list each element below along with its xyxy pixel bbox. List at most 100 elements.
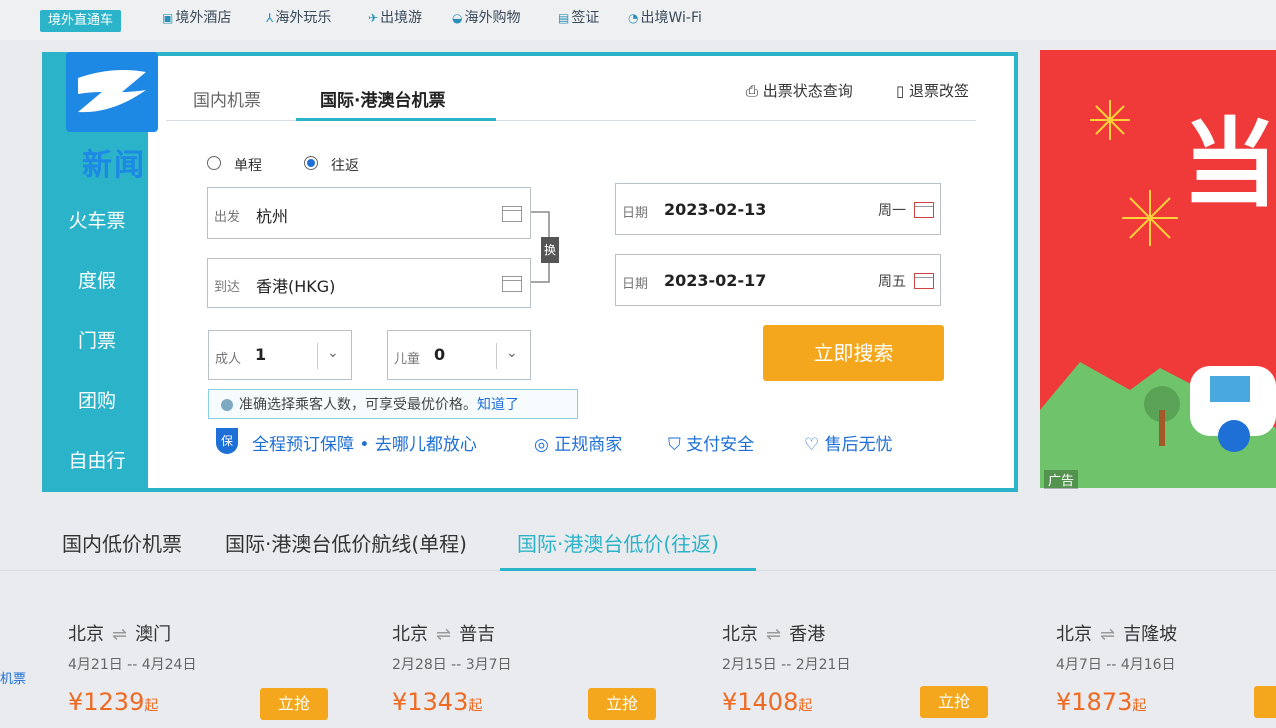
sidebar-item-train[interactable]: 火车票 [46,206,148,233]
grab-button-partial[interactable] [1254,686,1276,718]
adults-select[interactable]: 成人 1 ⌄ [208,330,352,380]
calendar-icon[interactable] [914,202,934,218]
children-label: 儿童 [394,352,421,367]
tab-indicator [296,118,496,121]
edge-link[interactable]: 机票 [0,668,26,687]
children-select[interactable]: 儿童 0 ⌄ [387,330,531,380]
heart-hand-icon: ♡ [804,435,820,455]
guarantee-aftersales[interactable]: ♡ 售后无忧 [804,430,893,455]
document-icon: ▯ [896,82,905,100]
nav-item-wifi[interactable]: ◔ 出境Wi-Fi [628,8,702,28]
chevron-down-icon[interactable]: ⌄ [506,345,518,361]
sidebar-item-tickets[interactable]: 门票 [46,326,148,353]
roundtrip-radio[interactable] [304,156,318,170]
deal-card[interactable]: 北京 ⇌ 普吉 2月28日 -- 3月7日 ¥1343起 立抢 [392,620,692,728]
sidebar-item-group[interactable]: 团购 [46,386,148,413]
nav-item-direct-bus[interactable]: 境外直通车 [40,10,122,32]
guarantee-merchant-label: 正规商家 [554,435,623,455]
tab-intl-roundtrip-deals[interactable]: 国际·港澳台低价(往返) [517,528,719,557]
search-button[interactable]: 立即搜索 [763,325,944,381]
depart-date-field[interactable]: 日期 2023-02-13 周一 [615,183,941,235]
roundtrip-label: 往返 [331,158,359,174]
from-field[interactable]: 出发 杭州 [207,187,531,239]
passenger-hint: 准确选择乘客人数，可享受最优价格。知道了 [208,389,578,419]
deal-from: 北京 [722,624,758,645]
sidebar-item-free-travel[interactable]: 自由行 [46,446,148,473]
deal-from: 北京 [1056,624,1092,645]
refund-link[interactable]: ▯ 退票改签 [896,80,969,101]
grab-button[interactable]: 立抢 [920,686,988,718]
tab-domestic-deals[interactable]: 国内低价机票 [62,528,182,557]
from-value: 杭州 [256,207,289,226]
news-logo-text: 新闻 [82,148,146,183]
deal-dates: 4月21日 -- 4月24日 [68,657,197,673]
nav-item-hotel[interactable]: ▣ 境外酒店 [162,8,231,28]
guarantee-merchant[interactable]: ◎ 正规商家 [534,430,622,455]
swap-button[interactable]: 换 [541,237,559,263]
city-picker-icon[interactable] [502,206,522,222]
deal-dates: 4月7日 -- 4月16日 [1056,657,1176,673]
grab-button[interactable]: 立抢 [588,688,656,720]
tab-international[interactable]: 国际·港澳台机票 [320,86,445,111]
guarantee-main[interactable]: 全程预订保障 • 去哪儿都放心 [252,430,477,455]
tab-domestic[interactable]: 国内机票 [193,86,261,111]
deal-to: 香港 [789,624,826,645]
info-icon [221,399,233,411]
nav-label: 签证 [571,10,600,26]
sidebar-item-vacation[interactable]: 度假 [46,266,148,293]
deal-price: ¥1873起 [1056,688,1146,716]
tab-intl-oneway-deals[interactable]: 国际·港澳台低价航线(单程) [225,528,467,557]
nav-item-fun[interactable]: ⅄ 海外玩乐 [266,8,331,28]
deal-route: 北京 ⇌ 吉隆坡 [1056,620,1177,646]
city-picker-icon[interactable] [502,276,522,292]
grab-button[interactable]: 立抢 [260,688,328,720]
oneway-radio[interactable] [207,156,221,170]
deal-card[interactable]: 北京 ⇌ 吉隆坡 4月7日 -- 4月16日 ¥1873起 [1056,620,1266,728]
deal-price-suffix: 起 [144,698,159,714]
bag-icon: ◒ [452,11,463,25]
hint-dismiss-link[interactable]: 知道了 [477,397,519,413]
return-date-field[interactable]: 日期 2023-02-17 周五 [615,254,941,306]
to-field[interactable]: 到达 香港(HKG) [207,258,531,308]
deal-price-suffix: 起 [468,698,483,714]
depart-date-value: 2023-02-13 [664,200,767,219]
deal-price-value: ¥1239 [68,688,145,716]
nav-item-shopping[interactable]: ◒ 海外购物 [452,8,520,28]
deal-price-value: ¥1343 [392,688,469,716]
nav-item-visa[interactable]: ▤ 签证 [558,8,599,28]
hotel-icon: ▣ [162,11,174,25]
deal-card[interactable]: 北京 ⇌ 香港 2月15日 -- 2月21日 ¥1408起 立抢 [722,620,1022,728]
calendar-icon[interactable] [914,273,934,289]
chevron-down-icon[interactable]: ⌄ [327,345,339,361]
deal-price-suffix: 起 [1132,698,1147,714]
deal-to: 澳门 [135,624,172,645]
to-value: 香港(HKG) [256,277,336,296]
return-date-value: 2023-02-17 [664,271,767,290]
ad-label: 广告 [1044,470,1079,489]
swap-arrows-icon: ⇌ [766,624,782,645]
nav-label: 境外酒店 [175,10,232,26]
ad-banner[interactable]: 当 [1040,50,1276,488]
to-label: 到达 [214,280,241,295]
return-date-label: 日期 [622,277,649,292]
swap-arrows-icon: ⇌ [436,624,452,645]
top-nav: 境外直通车 ▣ 境外酒店 ⅄ 海外玩乐 ✈ 出境游 ◒ 海外购物 ▤ 签证 ◔ 出境Wi-F… [0,0,1276,40]
hint-text: 准确选择乘客人数，可享受最优价格。 [239,397,477,413]
from-label: 出发 [214,210,241,225]
deal-card[interactable]: 北京 ⇌ 澳门 4月21日 -- 4月24日 ¥1239起 立抢 [68,620,368,728]
deal-price-suffix: 起 [798,698,813,714]
deal-to: 吉隆坡 [1123,624,1178,645]
nav-item-tour[interactable]: ✈ 出境游 [368,8,422,28]
adults-label: 成人 [215,352,242,367]
deal-price: ¥1408起 [722,688,812,716]
nav-label: 出境Wi-Fi [640,10,702,26]
deal-price-value: ¥1408 [722,688,799,716]
wifi-icon: ◔ [628,11,639,25]
oneway-label: 单程 [234,158,262,174]
guarantee-payment[interactable]: ⛉ 支付安全 [668,430,754,455]
nav-label: 海外玩乐 [275,10,332,26]
guarantee-aftersales-label: 售后无忧 [824,435,893,455]
deal-price: ¥1343起 [392,688,482,716]
swap-arrows-icon: ⇌ [112,624,128,645]
ticket-status-link[interactable]: ⎙ 出票状态查询 [746,80,853,101]
